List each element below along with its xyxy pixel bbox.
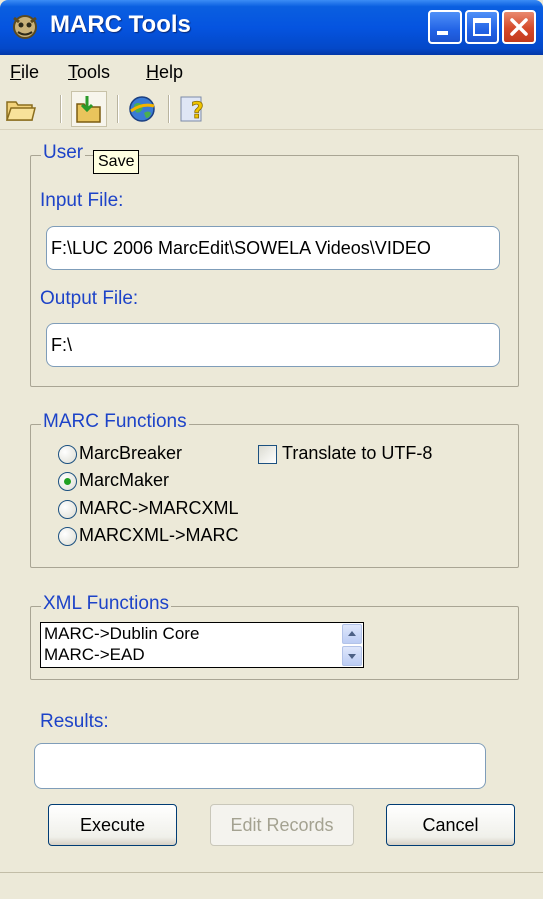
translate-utf8-label: Translate to UTF-8 [282,443,433,463]
results-label: Results: [40,711,109,732]
radio-button[interactable] [58,445,77,464]
radio-label: MarcMaker [79,470,170,490]
list-item[interactable]: MARC->Dublin Core [44,624,199,644]
output-file-field[interactable]: F:\ [46,323,500,367]
input-file-label: Input File: [40,190,124,211]
menu-file[interactable]: File [10,62,39,83]
save-tooltip: Save [93,150,140,174]
input-file-field[interactable]: F:\LUC 2006 MarcEdit\SOWELA Videos\VIDEO [46,226,500,270]
edit-records-button-label: Edit Records [230,815,334,835]
toolbar: ? [0,89,543,130]
radio-label: MARCXML->MARC [79,525,239,545]
title-bar[interactable]: MARC Tools [0,0,543,55]
radio-button[interactable] [58,527,77,546]
open-folder-icon[interactable] [4,93,36,125]
marc-functions-legend: MARC Functions [41,411,189,433]
scroll-down-arrow-icon [348,654,356,659]
toolbar-separator [168,95,170,123]
minimize-icon [437,31,448,35]
output-file-label: Output File: [40,288,139,309]
execute-button[interactable]: Execute [48,804,177,846]
marc-tools-window: MARC Tools File Tools Help ? User Input … [0,0,543,899]
cancel-button-label: Cancel [422,815,479,835]
scroll-up-arrow-icon [348,631,356,636]
maximize-icon [473,18,491,36]
maximize-button[interactable] [465,10,499,44]
menu-tools[interactable]: Tools [68,62,110,83]
radio-button-selected[interactable] [58,472,77,491]
close-icon [510,18,528,36]
translate-utf8-checkbox[interactable] [258,445,277,464]
cancel-button[interactable]: Cancel [386,804,515,846]
save-button[interactable] [71,91,107,127]
menu-help[interactable]: Help [146,62,183,83]
user-group-legend: User [41,142,86,164]
toolbar-separator [117,95,119,123]
execute-button-label: Execute [79,815,146,835]
marc-tools-app-icon [13,15,37,39]
results-field[interactable] [34,743,486,789]
menu-bar: File Tools Help [0,55,543,89]
xml-functions-legend: XML Functions [41,593,172,615]
list-item[interactable]: MARC->EAD [44,645,145,665]
web-globe-icon[interactable] [126,93,158,125]
radio-label: MARC->MARCXML [79,498,239,518]
window-title: MARC Tools [50,11,191,38]
svg-text:?: ? [191,99,204,124]
toolbar-separator [60,95,62,123]
scroll-down-button[interactable] [342,646,362,666]
minimize-button[interactable] [428,10,462,44]
radio-button[interactable] [58,500,77,519]
scroll-up-button[interactable] [342,624,362,644]
xml-functions-listbox[interactable]: MARC->Dublin Core MARC->EAD [40,622,364,668]
help-icon[interactable]: ? [177,93,209,125]
close-button[interactable] [502,10,536,44]
save-icon [76,96,101,123]
status-bar [0,872,543,899]
edit-records-button: Edit Records [210,804,354,846]
radio-label: MarcBreaker [79,443,183,463]
